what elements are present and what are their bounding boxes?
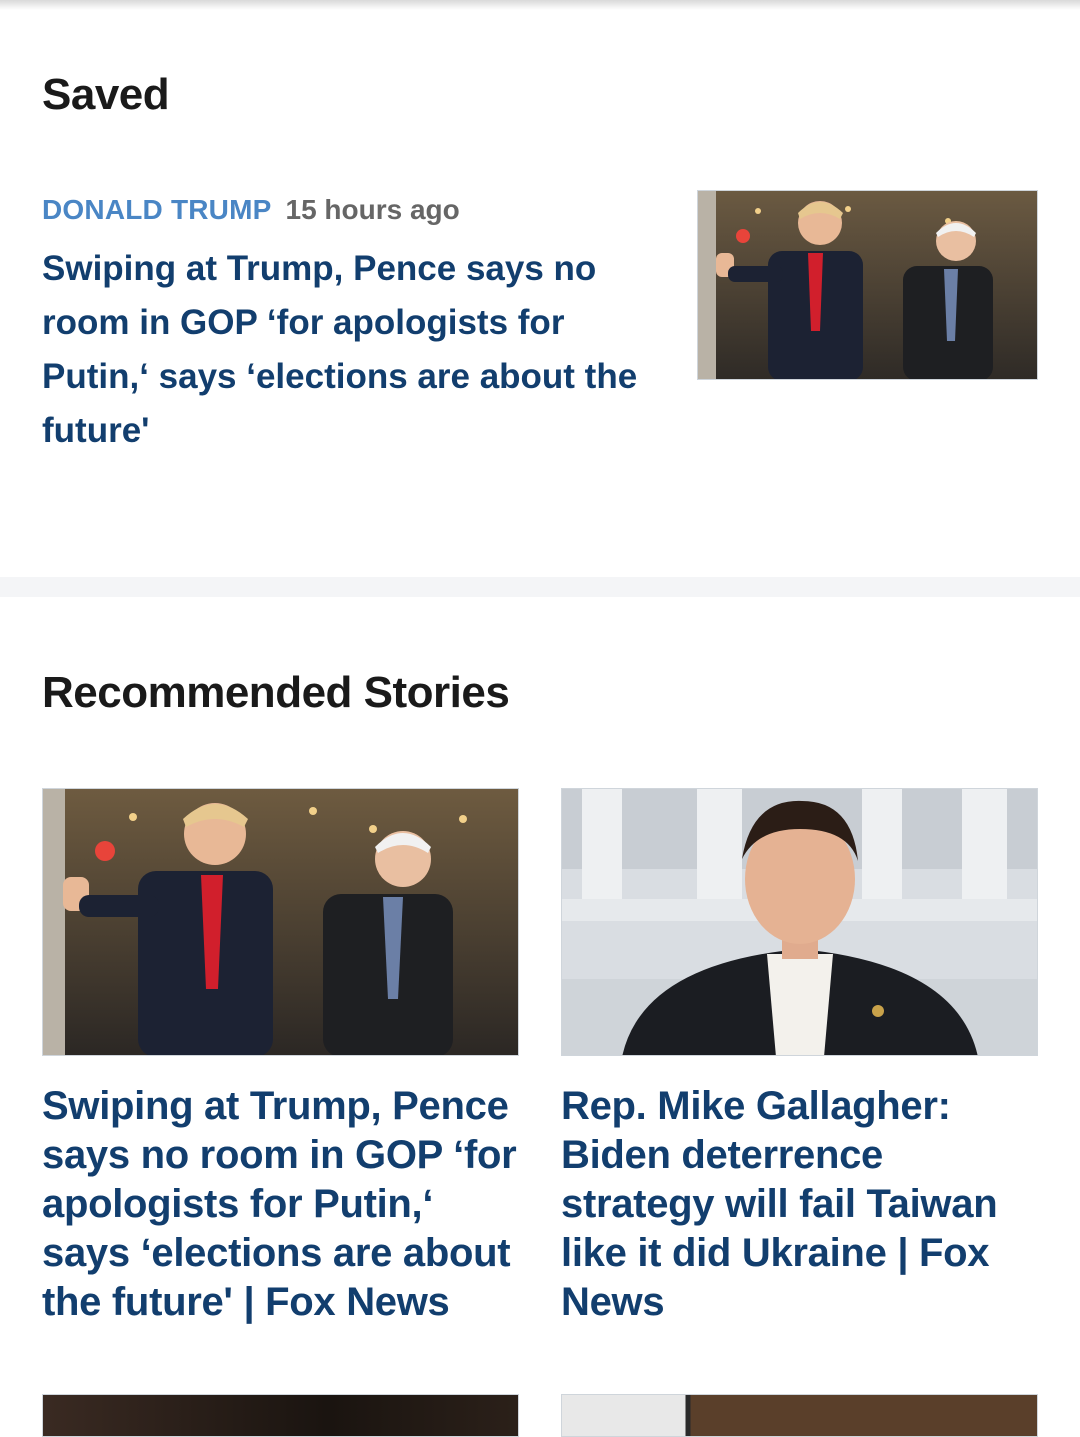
saved-story-card[interactable]: DONALD TRUMP 15 hours ago Swiping at Trum… xyxy=(42,190,1038,460)
recommended-story-card[interactable]: Swiping at Trump, Pence says no room in … xyxy=(42,788,519,1327)
recommended-story-card[interactable]: Rep. Mike Gallagher: Biden deterrence st… xyxy=(561,788,1038,1327)
recommended-story-thumbnail-partial[interactable] xyxy=(42,1394,519,1437)
recommended-story-headline[interactable]: Rep. Mike Gallagher: Biden deterrence st… xyxy=(561,1082,1038,1327)
saved-section-title: Saved xyxy=(42,70,170,119)
trump-pence-photo xyxy=(43,789,518,1055)
saved-story-thumbnail[interactable] xyxy=(697,190,1038,380)
recommended-story-thumbnail[interactable] xyxy=(42,788,519,1056)
recommended-story-headline[interactable]: Swiping at Trump, Pence says no room in … xyxy=(42,1082,519,1327)
story-category-link[interactable]: DONALD TRUMP xyxy=(42,194,272,225)
gallagher-photo xyxy=(562,789,1037,1055)
section-divider xyxy=(0,577,1080,597)
saved-story-meta: DONALD TRUMP 15 hours ago xyxy=(42,194,460,226)
saved-story-headline[interactable]: Swiping at Trump, Pence says no room in … xyxy=(42,242,642,458)
story-timestamp: 15 hours ago xyxy=(285,194,460,225)
top-bar-shadow xyxy=(0,0,1080,10)
recommended-story-thumbnail-partial[interactable] xyxy=(561,1394,1038,1437)
trump-pence-photo xyxy=(698,191,1037,379)
recommended-section-title: Recommended Stories xyxy=(42,668,510,717)
recommended-story-thumbnail[interactable] xyxy=(561,788,1038,1056)
